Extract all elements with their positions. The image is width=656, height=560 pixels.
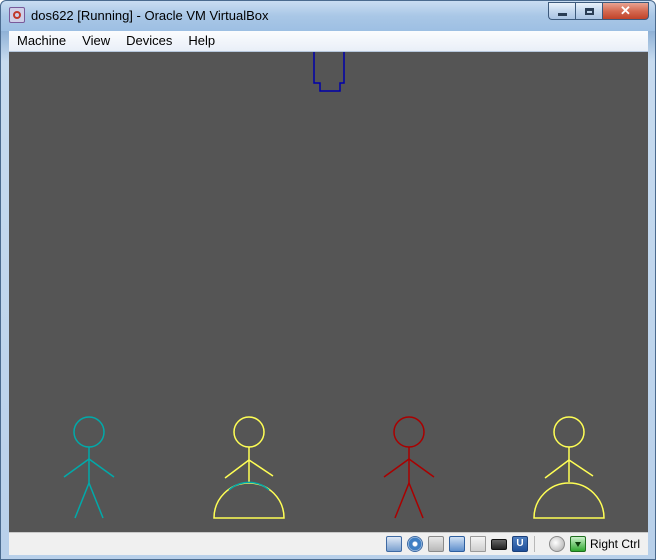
menu-machine[interactable]: Machine <box>9 31 74 51</box>
ship-outline <box>313 52 345 92</box>
window-controls: ✕ <box>548 2 649 20</box>
network-icon[interactable] <box>448 536 465 552</box>
menu-devices[interactable]: Devices <box>118 31 180 51</box>
menu-help[interactable]: Help <box>180 31 223 51</box>
close-button[interactable]: ✕ <box>602 2 649 20</box>
host-key-label: Right Ctrl <box>589 537 640 551</box>
optical-drive-icon[interactable] <box>406 536 423 552</box>
menu-view[interactable]: View <box>74 31 118 51</box>
red-stick-figure <box>383 416 435 519</box>
virtualbox-window: dos622 [Running] - Oracle VM VirtualBox … <box>0 0 656 560</box>
video-capture-icon[interactable] <box>490 538 507 550</box>
host-key-icon[interactable] <box>569 536 586 552</box>
status-icons: U Right Ctrl <box>381 535 640 553</box>
maximize-icon <box>584 7 594 15</box>
maximize-button[interactable] <box>575 2 602 20</box>
status-separator <box>533 536 535 552</box>
minimize-button[interactable] <box>548 2 575 20</box>
floppy-icon[interactable] <box>427 536 444 552</box>
window-title: dos622 [Running] - Oracle VM VirtualBox <box>31 8 269 23</box>
shared-folders-icon[interactable] <box>469 536 486 552</box>
usb-icon[interactable]: U <box>511 536 528 552</box>
minimize-icon <box>557 12 567 16</box>
status-bar: U Right Ctrl <box>9 532 648 555</box>
close-icon: ✕ <box>620 3 631 18</box>
mouse-integration-icon[interactable] <box>548 536 565 552</box>
virtualbox-app-icon[interactable] <box>9 7 25 23</box>
menu-bar: Machine View Devices Help <box>9 31 648 52</box>
guest-graphics <box>63 52 605 519</box>
yellow-stick-figure-on-dome <box>213 416 285 519</box>
cyan-stick-figure <box>63 416 115 519</box>
yellow-stick-figure-on-dome-2 <box>533 416 605 519</box>
title-bar[interactable]: dos622 [Running] - Oracle VM VirtualBox … <box>1 1 655 31</box>
guest-display[interactable] <box>9 52 648 532</box>
hard-disk-icon[interactable] <box>385 536 402 552</box>
